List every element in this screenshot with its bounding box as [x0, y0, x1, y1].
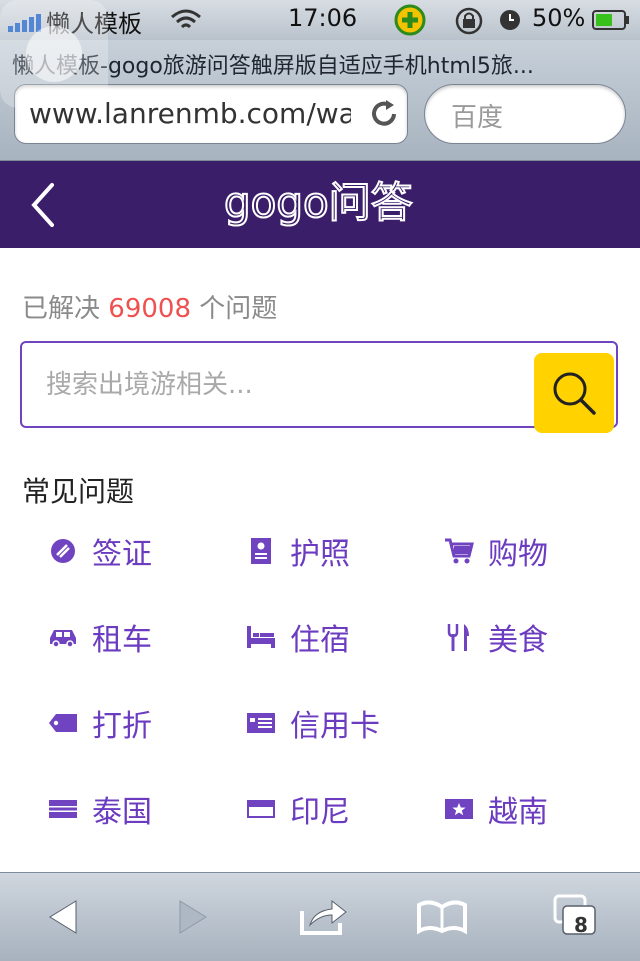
category-vietnam[interactable]: 越南: [444, 784, 548, 834]
book-icon: [417, 900, 467, 935]
tab-count: 8: [574, 913, 588, 937]
flag-icon: [48, 794, 78, 824]
category-car-rental[interactable]: 租车: [48, 612, 152, 662]
back-chevron-icon[interactable]: [28, 181, 58, 229]
credit-card-icon: [246, 708, 276, 738]
category-visa[interactable]: 签证: [48, 526, 152, 576]
back-arrow-icon: [49, 900, 77, 934]
alarm-icon: [500, 10, 520, 30]
flag-icon: [246, 794, 276, 824]
app-header: gogo问答: [0, 161, 640, 248]
category-indonesia[interactable]: 印尼: [246, 784, 350, 834]
browser-share-button[interactable]: [294, 889, 354, 945]
search-box: [20, 341, 618, 433]
browser-back-button[interactable]: [34, 889, 94, 945]
solved-count-line: 已解决 69008 个问题: [22, 288, 277, 325]
solved-suffix: 个问题: [199, 294, 278, 324]
star-flag-icon: [444, 794, 474, 824]
search-button[interactable]: [534, 353, 614, 433]
battery-percentage: 50%: [532, 4, 586, 32]
search-icon: [553, 372, 596, 415]
category-shopping[interactable]: 购物: [444, 526, 548, 576]
share-icon: [300, 899, 347, 935]
category-passport[interactable]: 护照: [246, 526, 350, 576]
category-discount[interactable]: 打折: [48, 698, 152, 748]
browser-bookmarks-button[interactable]: [412, 889, 472, 945]
bed-icon: [246, 622, 276, 652]
browser-tabs-button[interactable]: 8: [546, 889, 606, 945]
assistive-touch-button[interactable]: [0, 0, 108, 108]
solved-count: 69008: [108, 294, 191, 324]
browser-toolbar: 8: [0, 872, 640, 961]
category-thailand[interactable]: 泰国: [48, 784, 152, 834]
wifi-icon: [171, 9, 201, 29]
tag-icon: [48, 708, 78, 738]
clock: 17:06: [288, 4, 358, 32]
battery-icon: [592, 10, 629, 30]
svg-text:gogo问答: gogo问答: [224, 178, 413, 227]
category-lodging[interactable]: 住宿: [246, 612, 350, 662]
shopping-cart-icon: [444, 536, 474, 566]
app-logo: gogo问答: [220, 175, 420, 235]
solved-prefix: 已解决: [22, 294, 101, 324]
forward-arrow-icon: [179, 900, 207, 934]
rotation-lock-icon: [455, 7, 483, 35]
app-plus-icon: [394, 4, 426, 36]
browser-search-field[interactable]: 百度: [424, 84, 626, 144]
passport-icon: [246, 536, 276, 566]
fork-knife-icon: [444, 622, 474, 652]
category-credit-card[interactable]: 信用卡: [246, 698, 380, 748]
browser-forward-button[interactable]: [162, 889, 222, 945]
section-title: 常见问题: [22, 475, 135, 508]
visa-icon: [48, 536, 78, 566]
browser-search-placeholder: 百度: [451, 103, 504, 133]
category-food[interactable]: 美食: [444, 612, 548, 662]
reload-icon[interactable]: [367, 97, 401, 131]
search-input[interactable]: [22, 343, 532, 426]
car-icon: [48, 622, 78, 652]
